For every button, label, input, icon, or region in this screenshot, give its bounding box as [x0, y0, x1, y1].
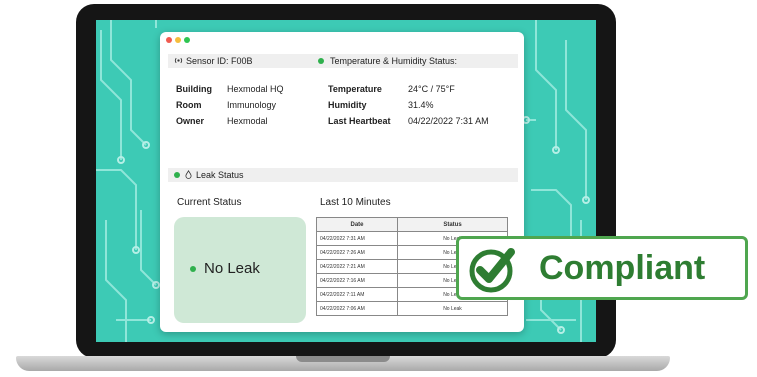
humidity-value: 31.4%: [408, 100, 434, 110]
last-heartbeat-key: Last Heartbeat: [328, 116, 391, 126]
date-cell: 04/22/2022 7:26 AM: [316, 245, 398, 260]
window-titlebar: [160, 32, 524, 48]
status-cell: No Leak: [397, 301, 508, 316]
date-cell: 04/22/2022 7:21 AM: [316, 259, 398, 274]
last-10-minutes-title: Last 10 Minutes: [320, 197, 391, 208]
compliant-label: Compliant: [539, 249, 706, 287]
current-status-value: No Leak: [204, 260, 260, 277]
status-column-header: Status: [397, 217, 508, 232]
temperature-status-label: Temperature & Humidity Status:: [330, 56, 458, 66]
check-circle-icon: [469, 248, 515, 293]
leak-status-label: Leak Status: [196, 170, 244, 180]
current-status-panel: No Leak: [174, 217, 306, 323]
maximize-window-button[interactable]: [184, 37, 190, 43]
last-heartbeat-value: 04/22/2022 7:31 AM: [408, 116, 489, 126]
leak-status-bar: Leak Status: [168, 168, 518, 182]
no-leak-status-dot: [190, 266, 196, 272]
laptop-notch: [296, 356, 390, 362]
table-row: 04/22/2022 7:06 AM No Leak: [316, 301, 508, 316]
table-header-row: Date Status: [316, 217, 508, 232]
close-window-button[interactable]: [166, 37, 172, 43]
radio-signal-icon: [174, 54, 183, 68]
owner-value: Hexmodal: [227, 116, 268, 126]
date-cell: 04/22/2022 7:31 AM: [316, 231, 398, 246]
humidity-key: Humidity: [328, 100, 367, 110]
current-status-title: Current Status: [177, 197, 242, 208]
sensor-id-label: Sensor ID: F00B: [186, 56, 253, 66]
room-value: Immunology: [227, 100, 277, 110]
temperature-key: Temperature: [328, 84, 382, 94]
room-key: Room: [176, 100, 202, 110]
date-cell: 04/22/2022 7:16 AM: [316, 273, 398, 288]
date-cell: 04/22/2022 7:11 AM: [316, 287, 398, 302]
date-cell: 04/22/2022 7:06 AM: [316, 301, 398, 316]
building-key: Building: [176, 84, 212, 94]
date-column-header: Date: [316, 217, 398, 232]
sensor-header-bar: Sensor ID: F00B Temperature & Humidity S…: [168, 54, 518, 68]
leak-status-dot: [174, 172, 180, 186]
owner-key: Owner: [176, 116, 205, 126]
compliant-badge: Compliant: [456, 236, 748, 300]
building-value: Hexmodal HQ: [227, 84, 284, 94]
droplet-icon: [185, 168, 192, 182]
temperature-value: 24°C / 75°F: [408, 84, 455, 94]
temperature-status-dot: [318, 58, 324, 72]
minimize-window-button[interactable]: [175, 37, 181, 43]
